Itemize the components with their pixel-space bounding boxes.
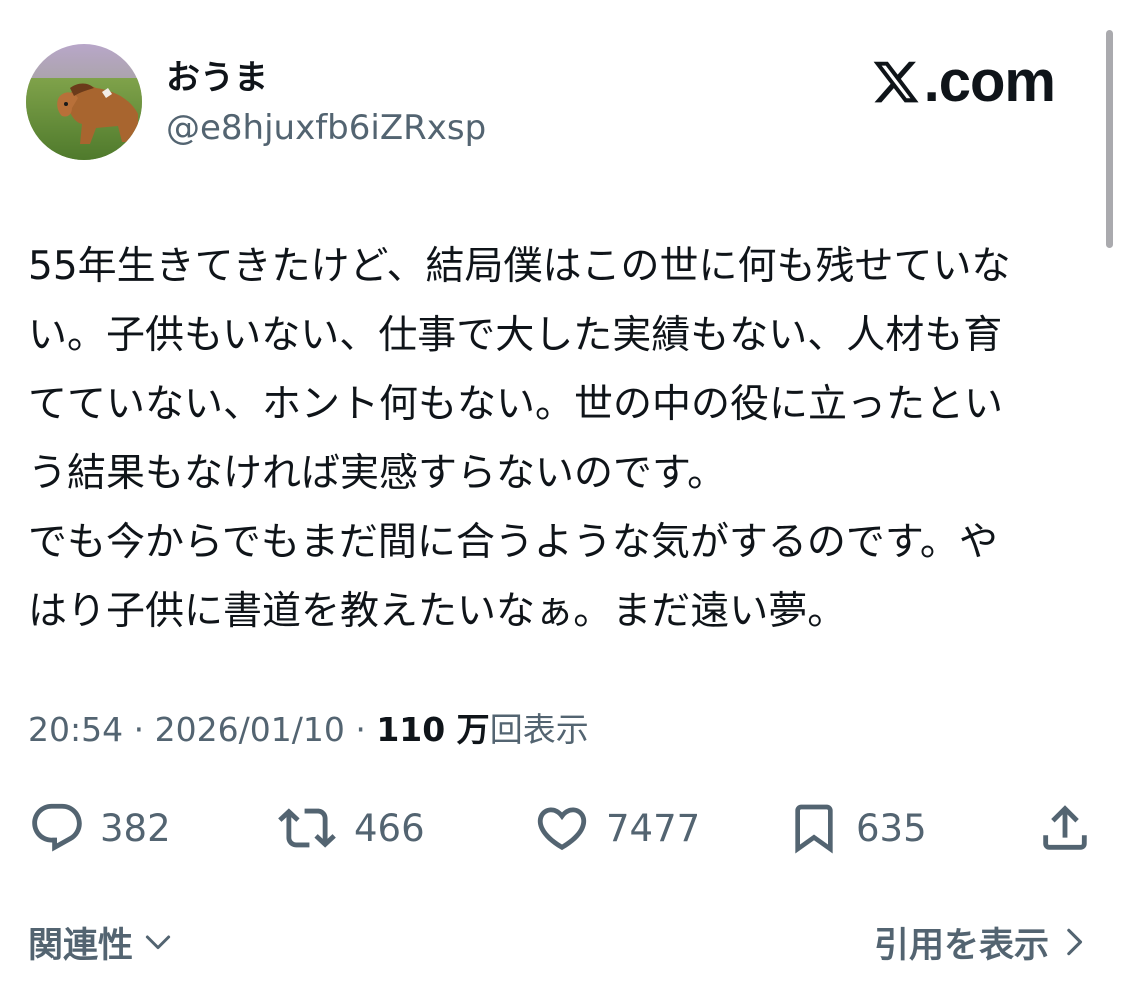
author-display-name[interactable]: おうま (166, 56, 268, 100)
share-button[interactable] (1036, 796, 1094, 860)
post-text-line: てていない、ホント何もない。世の中の役に立ったとい (28, 382, 1004, 427)
post-text-line: 55年生きてきたけど、結局僕はこの世に何も残せていな (28, 244, 1011, 289)
post-date[interactable]: 2026/01/10 (155, 710, 345, 749)
x-logo-icon (873, 61, 919, 103)
chevron-right-icon (1067, 928, 1083, 956)
action-bar: 382 466 7477 635 (0, 796, 1125, 860)
views-label[interactable]: 回表示 (490, 710, 589, 749)
author-handle[interactable]: @e8hjuxfb6iZRxsp (166, 106, 486, 150)
view-quotes-link[interactable]: 引用を表示 (874, 916, 1087, 968)
bookmark-icon (795, 804, 833, 854)
pony-avatar-image (26, 44, 142, 160)
view-quotes-label: 引用を表示 (873, 925, 1049, 966)
brand-domain-text: .com (923, 49, 1056, 114)
post-text-line: はり子供に書道を教えたいなぁ。まだ遠い夢。 (28, 589, 847, 634)
share-icon (1043, 805, 1087, 850)
meta-separator: · (133, 710, 145, 749)
post-time[interactable]: 20:54 (28, 710, 123, 749)
repost-button[interactable]: 466 (274, 796, 425, 860)
reply-icon (32, 803, 82, 852)
meta-separator: · (355, 710, 366, 749)
sort-label: 関連性 (28, 925, 134, 966)
bookmark-button[interactable]: 635 (786, 796, 927, 860)
like-button[interactable]: 7477 (532, 796, 700, 860)
views-count[interactable]: 110 万 (376, 710, 489, 749)
bookmark-count: 635 (856, 806, 927, 850)
reply-count: 382 (100, 806, 171, 850)
x-com-brand: .com (870, 49, 1056, 114)
like-count: 7477 (606, 806, 701, 850)
post-text-line: う結果もなければ実感すらないのです。 (28, 451, 727, 496)
repost-count: 466 (354, 806, 425, 850)
scrollbar[interactable] (1106, 30, 1113, 248)
chevron-down-icon (145, 935, 171, 950)
post-text: 55年生きてきたけど、結局僕はこの世に何も残せていな い。子供もいない、仕事で大… (28, 232, 1098, 646)
avatar[interactable] (26, 44, 142, 160)
post-text-line: い。子供もいない、仕事で大した実績もない、人材も育 (28, 313, 1003, 358)
heart-icon (537, 807, 587, 851)
sort-relevance-dropdown[interactable]: 関連性 (28, 916, 173, 968)
post-metadata: 20:54 · 2026/01/10 · 110 万回表示 (28, 708, 589, 752)
reply-button[interactable]: 382 (28, 796, 171, 860)
post-text-line: でも今からでもまだ間に合うような気がするのです。や (28, 520, 998, 565)
repost-icon (278, 808, 336, 848)
